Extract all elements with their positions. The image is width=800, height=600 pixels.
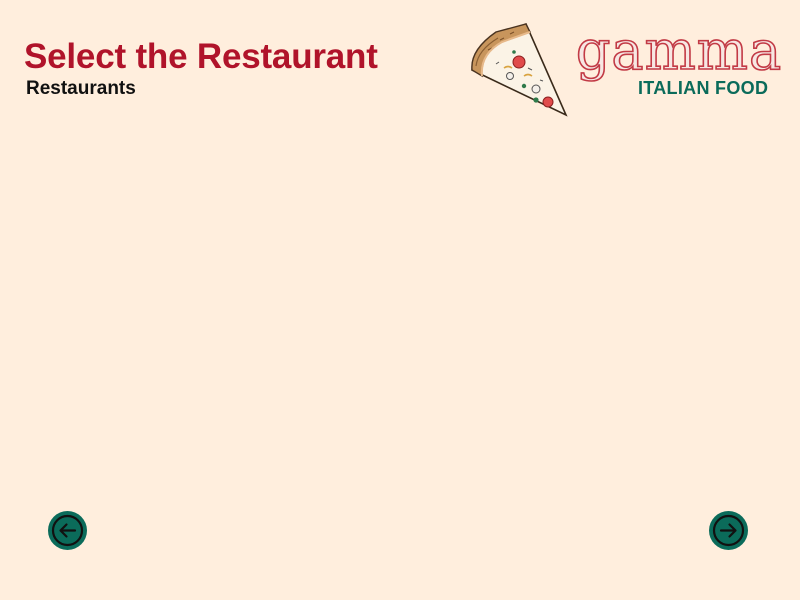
brand-name: gamma — [575, 19, 783, 82]
brand-tagline: ITALIAN FOOD — [638, 78, 769, 98]
next-button[interactable] — [709, 511, 748, 550]
brand-logo: gamma ITALIAN FOOD — [466, 20, 796, 120]
arrow-left-icon — [51, 514, 84, 547]
page-title: Select the Restaurant — [24, 37, 378, 76]
restaurants-section-label: Restaurants — [26, 78, 136, 99]
pizza-slice-icon — [471, 22, 568, 117]
previous-button[interactable] — [48, 511, 87, 550]
arrow-right-icon — [712, 514, 745, 547]
